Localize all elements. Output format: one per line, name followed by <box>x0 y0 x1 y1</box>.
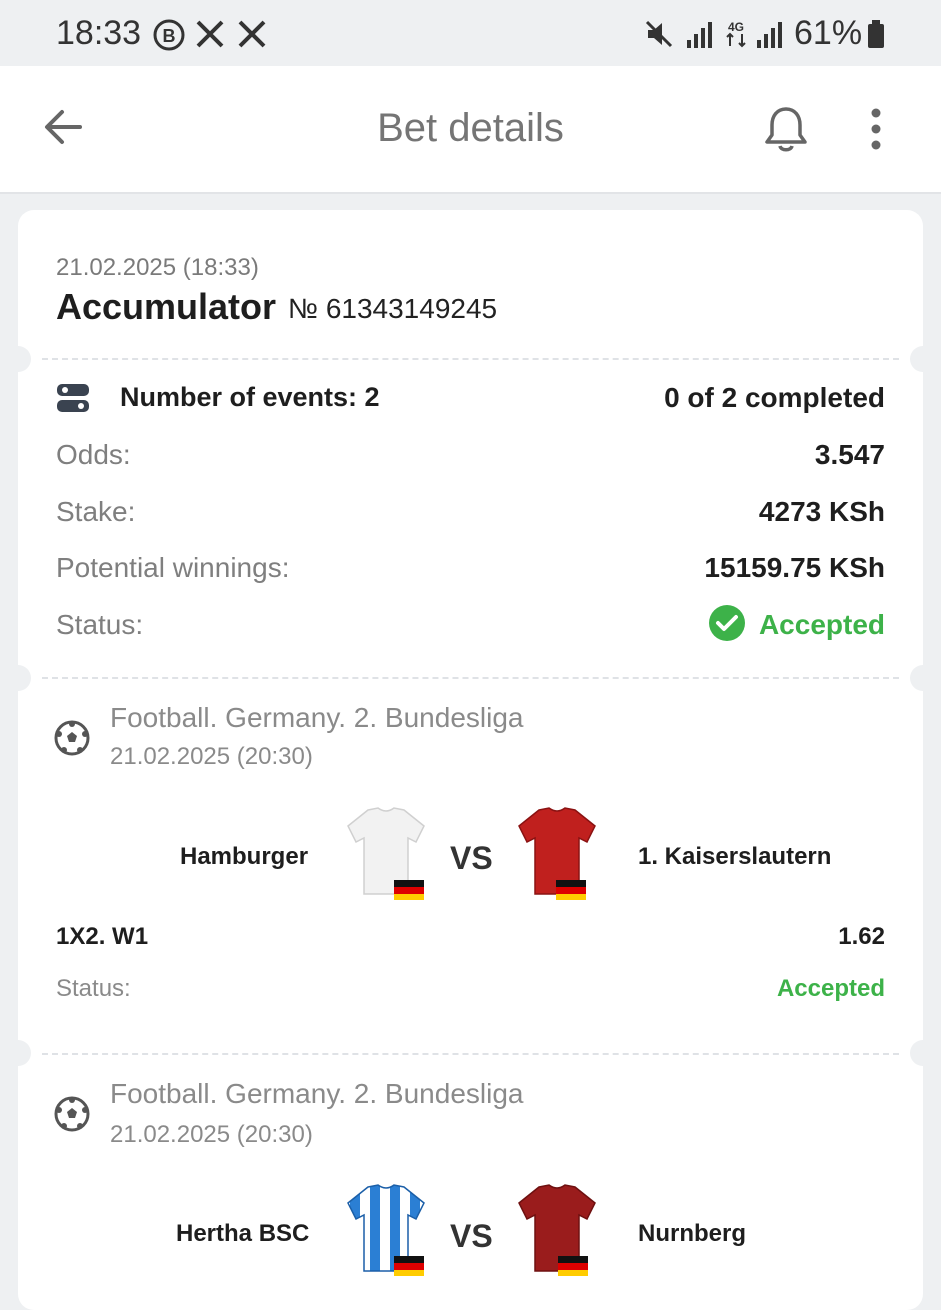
event-date: 21.02.2025 (20:30) <box>110 1121 313 1148</box>
status-label: Status: <box>56 609 144 640</box>
events-icon <box>56 382 90 414</box>
svg-text:B: B <box>163 26 176 46</box>
more-options-button[interactable] <box>862 106 890 152</box>
bet-type: Accumulator <box>56 286 277 327</box>
event-league: Football. Germany. 2. Bundesliga <box>110 1078 524 1109</box>
odds-value: 3.547 <box>814 439 885 470</box>
signal-icon <box>756 18 784 50</box>
notifications-button[interactable] <box>762 104 810 154</box>
card-notch <box>5 1040 31 1066</box>
card-notch <box>5 665 31 691</box>
bet-card: 21.02.2025 (18:33) Accumulator № 6134314… <box>5 210 936 1310</box>
event-status-badge: Accepted <box>776 975 885 1002</box>
more-vert-icon <box>871 108 881 150</box>
home-team-name: Hertha BSC <box>176 1220 310 1247</box>
card-notch <box>910 346 936 372</box>
card-notch <box>910 665 936 691</box>
divider <box>42 1053 899 1055</box>
soccer-ball-icon <box>54 720 90 756</box>
stake-label: Stake: <box>56 496 136 527</box>
b-badge-icon: B <box>152 18 186 52</box>
soccer-ball-icon <box>54 1096 90 1132</box>
germany-flag-icon <box>556 880 586 900</box>
home-team-name: Hamburger <box>180 843 309 870</box>
card-notch <box>5 346 31 372</box>
away-team-name: Nurnberg <box>638 1220 746 1247</box>
vs-label: VS <box>450 1218 493 1254</box>
status-badge: Accepted <box>758 609 885 640</box>
odds-label: Odds: <box>56 439 131 470</box>
card-notch <box>910 1040 936 1066</box>
stake-value: 4273 KSh <box>758 496 885 527</box>
divider <box>42 677 899 679</box>
completed-count: 0 of 2 completed <box>664 382 885 413</box>
germany-flag-icon <box>558 1256 588 1276</box>
4g-icon: 4G <box>722 18 750 50</box>
battery-percent: 61% <box>794 14 863 52</box>
battery-icon <box>866 18 886 50</box>
event-status-label: Status: <box>56 975 131 1002</box>
germany-flag-icon <box>394 1256 424 1276</box>
svg-text:4G: 4G <box>728 20 744 34</box>
mute-icon <box>644 18 674 50</box>
event-odd: 1.62 <box>838 923 885 950</box>
event-league: Football. Germany. 2. Bundesliga <box>110 702 524 733</box>
status-bar: 18:33 B 4G 61% <box>0 0 941 66</box>
status-time: 18:33 <box>56 14 142 52</box>
winnings-value: 15159.75 KSh <box>704 552 885 583</box>
app-bar: Bet details <box>0 66 941 194</box>
bell-icon <box>765 107 807 152</box>
market-name: 1X2. W1 <box>56 923 149 950</box>
bet-number: № 61343149245 <box>288 293 498 324</box>
check-circle-icon <box>708 604 746 642</box>
vs-label: VS <box>450 840 493 876</box>
events-count: Number of events: 2 <box>120 382 380 412</box>
x-icon <box>236 18 268 50</box>
winnings-label: Potential winnings: <box>56 552 290 583</box>
away-team-name: 1. Kaiserslautern <box>638 843 832 870</box>
bet-date: 21.02.2025 (18:33) <box>56 254 259 281</box>
germany-flag-icon <box>394 880 424 900</box>
x-icon <box>194 18 226 50</box>
signal-icon <box>686 18 714 50</box>
divider <box>42 358 899 360</box>
event-date: 21.02.2025 (20:30) <box>110 743 313 770</box>
